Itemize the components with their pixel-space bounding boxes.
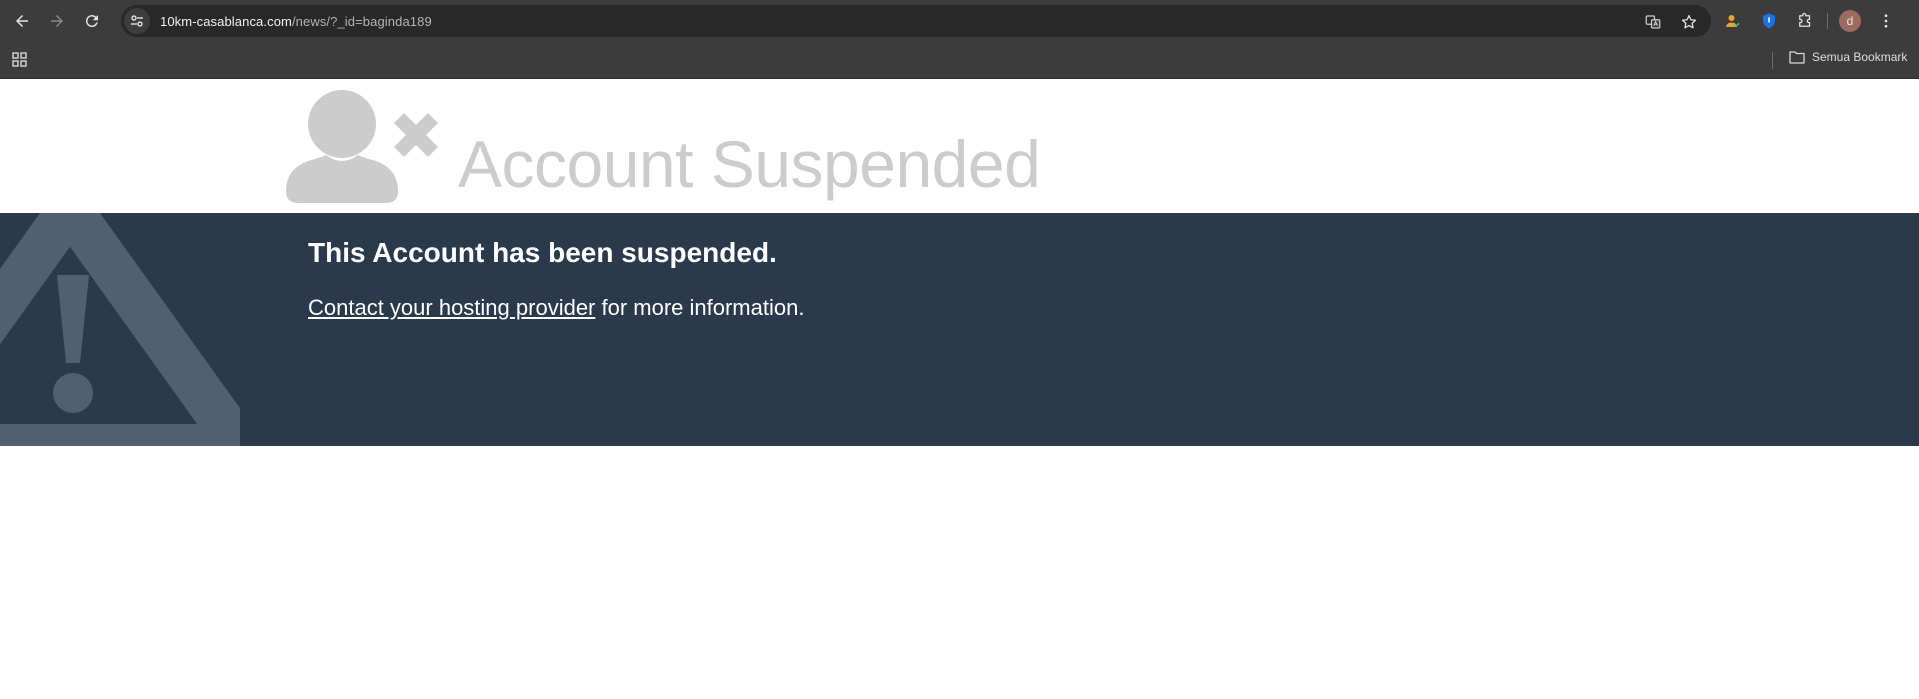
- bookmark-star-button[interactable]: [1675, 8, 1703, 36]
- bookmark-separator: [1772, 52, 1773, 69]
- warning-icon: [0, 213, 240, 446]
- translate-icon: [1645, 15, 1661, 29]
- all-bookmarks-label: Semua Bookmark: [1812, 50, 1908, 64]
- page-title: Account Suspended: [458, 127, 1041, 201]
- url-path: /news/?_id=baginda189: [291, 13, 432, 29]
- suspension-heading: This Account has been suspended.: [308, 237, 777, 268]
- apps-grid-icon: [12, 52, 27, 67]
- contact-hosting-link[interactable]: Contact your hosting provider: [308, 295, 595, 320]
- page-content: Account Suspended This Account has been …: [0, 79, 1919, 699]
- extensions-button[interactable]: [1791, 7, 1819, 35]
- reload-button[interactable]: [78, 7, 106, 35]
- browser-toolbar: 10km-casablanca.com/news/?_id=baginda189: [0, 0, 1919, 42]
- arrow-left-icon: [16, 15, 28, 27]
- shield-icon: [1763, 13, 1775, 29]
- bookmark-bar: Semua Bookmark: [0, 42, 1919, 79]
- back-button[interactable]: [8, 7, 36, 35]
- contact-message: Contact your hosting provider for more i…: [308, 295, 804, 321]
- all-bookmarks-folder[interactable]: Semua Bookmark: [1789, 50, 1907, 64]
- page-header: Account Suspended: [0, 79, 1919, 213]
- translate-button[interactable]: [1639, 8, 1667, 36]
- star-icon: [1681, 14, 1697, 29]
- extension-shield-button[interactable]: [1755, 7, 1783, 35]
- menu-button[interactable]: [1872, 7, 1900, 35]
- profile-button[interactable]: d: [1836, 7, 1864, 35]
- user-check-icon: [1726, 15, 1740, 28]
- suspension-banner: This Account has been suspended. Contact…: [0, 213, 1919, 446]
- apps-button[interactable]: [10, 50, 30, 70]
- contact-suffix: for more information.: [595, 295, 805, 320]
- arrow-right-icon: [51, 15, 63, 27]
- reload-icon: [85, 15, 98, 28]
- user-x-icon: [286, 90, 438, 203]
- puzzle-icon: [1799, 12, 1811, 27]
- avatar: d: [1839, 10, 1861, 32]
- url-text[interactable]: 10km-casablanca.com/news/?_id=baginda189: [160, 14, 432, 29]
- folder-icon: [1789, 51, 1805, 64]
- toolbar-separator: [1827, 13, 1828, 29]
- forward-button[interactable]: [43, 7, 71, 35]
- site-info-button[interactable]: [124, 8, 150, 34]
- more-vert-icon: [1884, 14, 1888, 28]
- tune-icon: [131, 15, 143, 27]
- address-bar[interactable]: 10km-casablanca.com/news/?_id=baginda189: [121, 5, 1711, 37]
- extension-user-button[interactable]: [1719, 7, 1747, 35]
- url-host: 10km-casablanca.com: [160, 13, 292, 29]
